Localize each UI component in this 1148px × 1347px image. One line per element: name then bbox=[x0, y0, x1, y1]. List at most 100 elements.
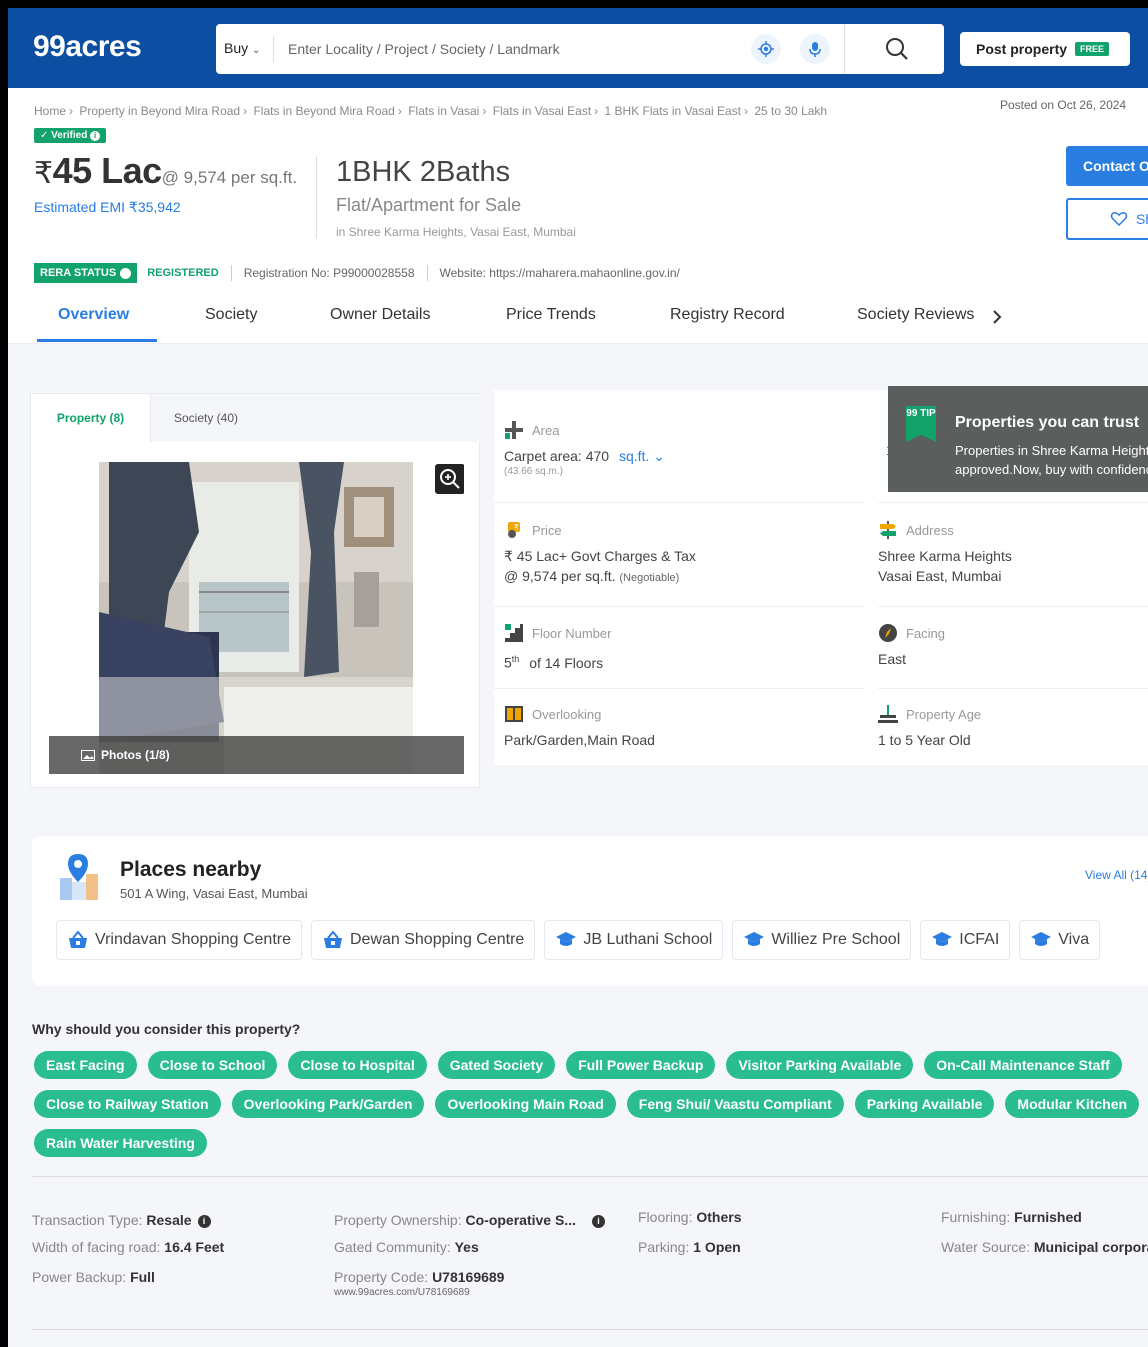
tab-price-trends[interactable]: Price Trends bbox=[506, 306, 596, 324]
chevron-down-icon: ⌄ bbox=[653, 448, 665, 464]
rera-row: RERA STATUS REGISTERED Registration No: … bbox=[34, 262, 680, 284]
info-icon[interactable]: i bbox=[591, 1214, 605, 1228]
breadcrumb-item[interactable]: Flats in Vasai bbox=[408, 104, 479, 118]
attr-label: Furnishing: bbox=[941, 1209, 1011, 1225]
property-code-url[interactable]: www.99acres.com/U78169689 bbox=[334, 1287, 470, 1298]
detail-address-line1: Shree Karma Heights bbox=[878, 548, 1012, 564]
attr-label: Flooring: bbox=[638, 1209, 693, 1225]
place-chip[interactable]: Vrindavan Shopping Centre bbox=[56, 920, 302, 960]
breadcrumb-item[interactable]: 25 to 30 Lakh bbox=[754, 104, 827, 118]
place-chip[interactable]: Dewan Shopping Centre bbox=[310, 920, 536, 960]
detail-floor-label: Floor Number bbox=[532, 625, 612, 641]
estimated-emi-link[interactable]: Estimated EMI ₹35,942 bbox=[34, 199, 181, 216]
trust-text: Properties in Shree Karma Heights are RE… bbox=[955, 441, 1148, 479]
place-chip[interactable]: JB Luthani School bbox=[544, 920, 724, 960]
voice-search-button[interactable] bbox=[800, 34, 830, 64]
tip-badge-icon: 99 TIP bbox=[906, 406, 936, 442]
listing-subtitle: Flat/Apartment for Sale bbox=[336, 195, 522, 215]
detail-area-value: Carpet area: 470 bbox=[504, 448, 610, 464]
search-icon[interactable] bbox=[884, 36, 910, 62]
place-chip[interactable]: Viva bbox=[1019, 920, 1101, 960]
detail-overlooking: Overlooking Park/Garden,Main Road bbox=[504, 704, 655, 750]
breadcrumb-item[interactable]: Property in Beyond Mira Road bbox=[79, 104, 240, 118]
place-chip[interactable]: ICFAI bbox=[920, 920, 1011, 960]
attr-ownership: Property Ownership: Co-operative S... i bbox=[334, 1212, 605, 1228]
feature-tag: Feng Shui/ Vaastu Compliant bbox=[626, 1090, 844, 1118]
school-icon bbox=[932, 932, 953, 946]
shopping-icon bbox=[69, 931, 87, 948]
detail-divider bbox=[494, 502, 864, 503]
breadcrumb-item[interactable]: 1 BHK Flats in Vasai East bbox=[605, 104, 742, 118]
detail-area-value-row: Carpet area: 470 sq.ft. ⌄ bbox=[504, 446, 665, 466]
breadcrumb-item[interactable]: Flats in Vasai East bbox=[493, 104, 591, 118]
tab-registry-record[interactable]: Registry Record bbox=[670, 306, 785, 324]
gallery-tab-property[interactable]: Property (8) bbox=[31, 394, 151, 442]
search-input[interactable] bbox=[288, 36, 728, 62]
attr-label: Property Ownership: bbox=[334, 1212, 462, 1228]
chevron-right-icon[interactable] bbox=[986, 306, 1008, 328]
attr-power-backup: Power Backup: Full bbox=[32, 1269, 155, 1285]
verified-badge: ✓ Verified i bbox=[34, 128, 107, 143]
area-unit-dropdown[interactable]: sq.ft. ⌄ bbox=[619, 448, 665, 464]
attr-flooring: Flooring: Others bbox=[638, 1209, 741, 1225]
post-property-button[interactable]: Post property FREE bbox=[960, 32, 1130, 66]
place-chip[interactable]: Williez Pre School bbox=[732, 920, 912, 960]
school-icon bbox=[556, 932, 577, 946]
search-divider bbox=[844, 24, 845, 74]
tab-overview[interactable]: Overview bbox=[58, 306, 129, 324]
detail-area: Area Carpet area: 470 sq.ft. ⌄ (43.66 sq… bbox=[504, 420, 665, 477]
search-divider bbox=[273, 36, 274, 62]
map-pin-buildings-icon bbox=[60, 854, 98, 900]
detail-price-label-row: ₹ Price bbox=[504, 520, 696, 540]
attr-property-code: Property Code: U78169689 bbox=[334, 1269, 504, 1285]
location-target-button[interactable] bbox=[751, 34, 781, 64]
section-tabs: Overview Society Owner Details Price Tre… bbox=[8, 298, 1148, 344]
heart-icon bbox=[1110, 212, 1128, 227]
breadcrumb-separator: › bbox=[744, 104, 749, 118]
detail-price-label: Price bbox=[532, 522, 562, 538]
detail-address: Address Shree Karma Heights Vasai East, … bbox=[878, 520, 1012, 586]
contact-owner-label: Contact Owner bbox=[1083, 158, 1148, 174]
breadcrumb-item[interactable]: Flats in Beyond Mira Road bbox=[253, 104, 394, 118]
floor-number: 5 bbox=[504, 654, 512, 671]
contact-owner-button[interactable]: Contact Owner bbox=[1066, 146, 1148, 186]
buy-dropdown[interactable]: Buy ⌄ bbox=[224, 40, 260, 56]
info-icon[interactable]: i bbox=[197, 1214, 211, 1228]
chevron-down-icon: ⌄ bbox=[252, 45, 261, 56]
feature-tag: On-Call Maintenance Staff bbox=[924, 1051, 1122, 1079]
attr-value: Resale bbox=[146, 1212, 192, 1228]
tab-society-reviews[interactable]: Society Reviews bbox=[857, 306, 974, 324]
feature-tag: Full Power Backup bbox=[566, 1051, 716, 1079]
shortlist-button[interactable]: Shortlist bbox=[1066, 198, 1148, 240]
view-all-link[interactable]: View All (14) bbox=[1085, 868, 1148, 882]
place-chip-label: Viva bbox=[1058, 931, 1090, 948]
breadcrumb: Home › Property in Beyond Mira Road › Flat… bbox=[34, 104, 827, 118]
rera-registered: REGISTERED bbox=[147, 267, 219, 279]
posted-date: Posted on Oct 26, 2024 bbox=[1000, 98, 1127, 112]
address-signpost-icon bbox=[880, 521, 896, 539]
room-photo-image bbox=[49, 462, 464, 774]
place-chip-label: Vrindavan Shopping Centre bbox=[95, 931, 291, 948]
detail-address-label: Address bbox=[906, 522, 954, 538]
tab-owner-details[interactable]: Owner Details bbox=[330, 306, 430, 324]
places-nearby-card: Places nearby 501 A Wing, Vasai East, Mu… bbox=[32, 836, 1148, 986]
breadcrumb-separator: › bbox=[69, 104, 74, 118]
rera-status-badge: RERA STATUS bbox=[34, 263, 138, 283]
feature-tag: Overlooking Main Road bbox=[435, 1090, 616, 1118]
detail-area-label: Area bbox=[532, 422, 560, 438]
attr-road-width: Width of facing road: 16.4 Feet bbox=[32, 1239, 224, 1255]
attr-value: Yes bbox=[454, 1239, 479, 1255]
photos-counter-bar[interactable]: Photos (1/8) bbox=[49, 736, 464, 774]
property-photo[interactable]: Photos (1/8) bbox=[49, 462, 464, 774]
area-icon bbox=[505, 421, 523, 439]
site-logo[interactable]: 99acres bbox=[33, 30, 142, 64]
gallery-tab-society[interactable]: Society (40) bbox=[151, 394, 261, 442]
floor-suffix: th bbox=[511, 654, 520, 664]
rera-website-link[interactable]: Website: https://maharera.mahaonline.gov… bbox=[440, 266, 680, 280]
feature-tag-row: Close to Railway Station Overlooking Par… bbox=[34, 1090, 1148, 1118]
breadcrumb-item[interactable]: Home bbox=[34, 104, 66, 118]
zoom-button[interactable] bbox=[435, 464, 464, 494]
feature-tag: Visitor Parking Available bbox=[726, 1051, 914, 1079]
tab-society[interactable]: Society bbox=[205, 306, 257, 324]
detail-address-line2: Vasai East, Mumbai bbox=[878, 568, 1002, 584]
